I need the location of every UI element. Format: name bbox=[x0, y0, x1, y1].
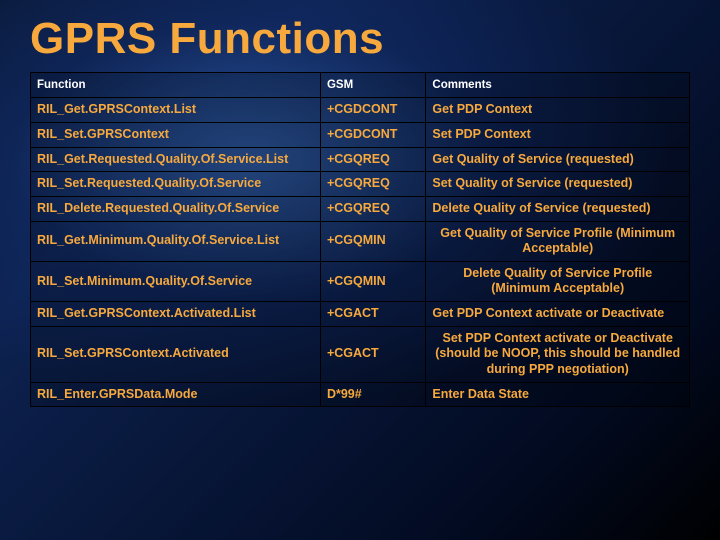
slide: GPRS Functions Function GSM Comments RIL… bbox=[0, 0, 720, 540]
table-row: RIL_Get.GPRSContext.List+CGDCONTGet PDP … bbox=[31, 98, 690, 123]
cell-function: RIL_Delete.Requested.Quality.Of.Service bbox=[31, 196, 321, 221]
slide-title: GPRS Functions bbox=[30, 10, 690, 64]
cell-comment: Get PDP Context bbox=[426, 98, 690, 123]
table-row: RIL_Get.Requested.Quality.Of.Service.Lis… bbox=[31, 147, 690, 172]
cell-function: RIL_Set.GPRSContext.Activated bbox=[31, 326, 321, 382]
cell-gsm: D*99# bbox=[320, 382, 425, 407]
table-row: RIL_Enter.GPRSData.ModeD*99#Enter Data S… bbox=[31, 382, 690, 407]
cell-function: RIL_Get.Minimum.Quality.Of.Service.List bbox=[31, 221, 321, 261]
table-row: RIL_Set.Minimum.Quality.Of.Service+CGQMI… bbox=[31, 261, 690, 301]
cell-function: RIL_Get.GPRSContext.Activated.List bbox=[31, 302, 321, 327]
table-row: RIL_Set.GPRSContext.Activated+CGACTSet P… bbox=[31, 326, 690, 382]
cell-comment: Delete Quality of Service Profile (Minim… bbox=[426, 261, 690, 301]
cell-comment: Get PDP Context activate or Deactivate bbox=[426, 302, 690, 327]
table-header-row: Function GSM Comments bbox=[31, 73, 690, 98]
cell-function: RIL_Get.Requested.Quality.Of.Service.Lis… bbox=[31, 147, 321, 172]
cell-function: RIL_Get.GPRSContext.List bbox=[31, 98, 321, 123]
col-header-function: Function bbox=[31, 73, 321, 98]
cell-comment: Enter Data State bbox=[426, 382, 690, 407]
col-header-comments: Comments bbox=[426, 73, 690, 98]
cell-comment: Set PDP Context bbox=[426, 123, 690, 148]
cell-gsm: +CGDCONT bbox=[320, 123, 425, 148]
cell-gsm: +CGDCONT bbox=[320, 98, 425, 123]
table-row: RIL_Get.Minimum.Quality.Of.Service.List+… bbox=[31, 221, 690, 261]
cell-function: RIL_Set.Minimum.Quality.Of.Service bbox=[31, 261, 321, 301]
cell-comment: Set Quality of Service (requested) bbox=[426, 172, 690, 197]
table-row: RIL_Set.Requested.Quality.Of.Service+CGQ… bbox=[31, 172, 690, 197]
table-row: RIL_Set.GPRSContext+CGDCONTSet PDP Conte… bbox=[31, 123, 690, 148]
cell-function: RIL_Enter.GPRSData.Mode bbox=[31, 382, 321, 407]
cell-function: RIL_Set.Requested.Quality.Of.Service bbox=[31, 172, 321, 197]
cell-gsm: +CGQREQ bbox=[320, 172, 425, 197]
cell-gsm: +CGQMIN bbox=[320, 221, 425, 261]
cell-gsm: +CGQREQ bbox=[320, 196, 425, 221]
cell-gsm: +CGACT bbox=[320, 326, 425, 382]
table-row: RIL_Get.GPRSContext.Activated.List+CGACT… bbox=[31, 302, 690, 327]
cell-comment: Set PDP Context activate or Deactivate (… bbox=[426, 326, 690, 382]
cell-gsm: +CGACT bbox=[320, 302, 425, 327]
cell-gsm: +CGQMIN bbox=[320, 261, 425, 301]
cell-gsm: +CGQREQ bbox=[320, 147, 425, 172]
gprs-functions-table: Function GSM Comments RIL_Get.GPRSContex… bbox=[30, 72, 690, 407]
cell-comment: Get Quality of Service Profile (Minimum … bbox=[426, 221, 690, 261]
cell-comment: Get Quality of Service (requested) bbox=[426, 147, 690, 172]
cell-comment: Delete Quality of Service (requested) bbox=[426, 196, 690, 221]
table-row: RIL_Delete.Requested.Quality.Of.Service+… bbox=[31, 196, 690, 221]
cell-function: RIL_Set.GPRSContext bbox=[31, 123, 321, 148]
table-body: RIL_Get.GPRSContext.List+CGDCONTGet PDP … bbox=[31, 98, 690, 407]
col-header-gsm: GSM bbox=[320, 73, 425, 98]
